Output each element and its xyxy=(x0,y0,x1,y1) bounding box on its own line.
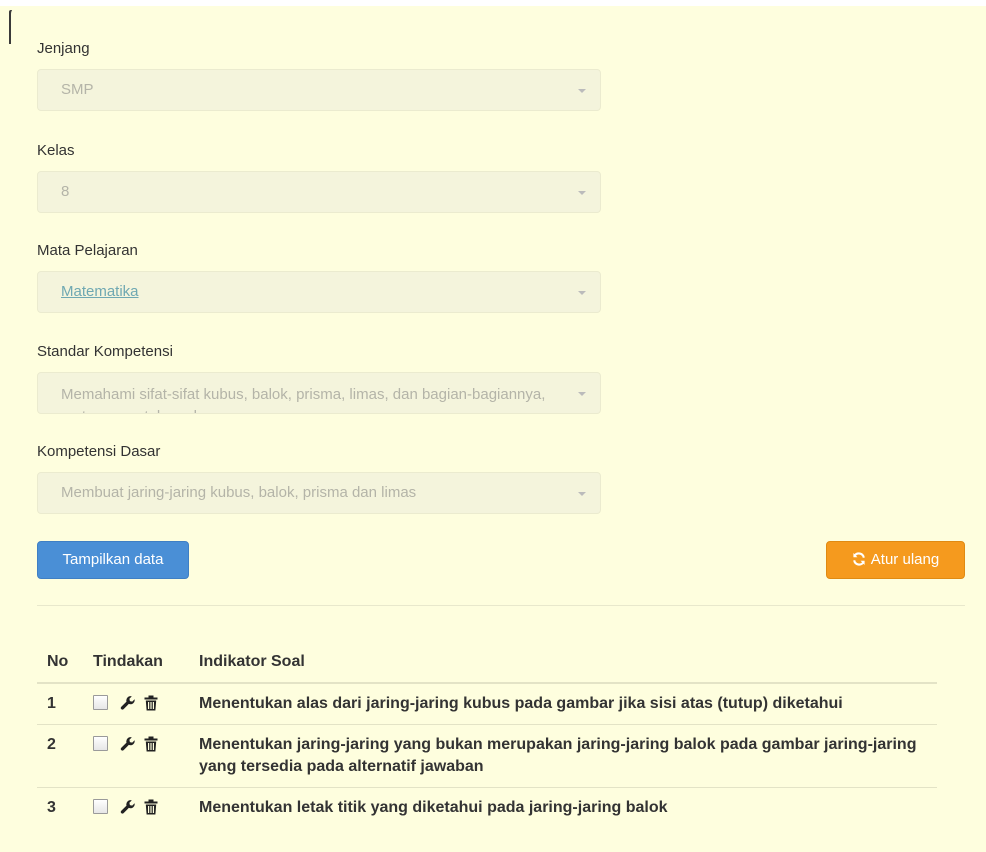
row-indikator: Menentukan jaring-jaring yang bukan meru… xyxy=(189,724,937,788)
mapel-label: Mata Pelajaran xyxy=(37,242,138,259)
jenjang-value: SMP xyxy=(61,81,94,98)
header-tindakan: Tindakan xyxy=(83,642,189,684)
standar-label: Standar Kompetensi xyxy=(37,343,173,360)
trash-icon[interactable] xyxy=(144,695,158,711)
kelas-value: 8 xyxy=(61,183,70,200)
table-row: 2 Menentukan jaring-jaring yang bukan me… xyxy=(37,724,937,788)
header-no: No xyxy=(37,642,83,684)
chevron-down-icon xyxy=(578,291,586,295)
trash-icon[interactable] xyxy=(144,736,158,752)
filter-panel: Jenjang SMP Kelas 8 Mata Pelajaran Matem… xyxy=(11,6,986,852)
mapel-value: Matematika xyxy=(61,283,139,300)
atur-ulang-button[interactable]: Atur ulang xyxy=(826,541,965,579)
table-row: 3 Menentukan letak titik yang diketahui … xyxy=(37,787,937,828)
kompetensi-select[interactable]: Membuat jaring-jaring kubus, balok, pris… xyxy=(37,472,601,514)
standar-value: Memahami sifat-sifat kubus, balok, prism… xyxy=(61,386,546,413)
tampilkan-data-button[interactable]: Tampilkan data xyxy=(37,541,189,579)
row-actions xyxy=(83,787,189,828)
header-indikator: Indikator Soal xyxy=(189,642,937,684)
row-checkbox[interactable] xyxy=(93,695,108,710)
kompetensi-label: Kompetensi Dasar xyxy=(37,443,161,460)
row-checkbox[interactable] xyxy=(93,799,108,814)
kompetensi-value: Membuat jaring-jaring kubus, balok, pris… xyxy=(61,484,417,501)
refresh-icon xyxy=(852,552,865,566)
chevron-down-icon xyxy=(578,492,586,496)
wrench-icon[interactable] xyxy=(120,799,136,815)
table-header-row: No Tindakan Indikator Soal xyxy=(37,642,937,684)
mapel-select[interactable]: Matematika xyxy=(37,271,601,313)
kelas-label: Kelas xyxy=(37,142,75,159)
chevron-down-icon xyxy=(578,392,586,396)
kelas-select[interactable]: 8 xyxy=(37,171,601,213)
trash-icon[interactable] xyxy=(144,799,158,815)
row-number: 1 xyxy=(37,682,83,725)
row-checkbox[interactable] xyxy=(93,736,108,751)
wrench-icon[interactable] xyxy=(120,736,136,752)
table-row: 1 Menentukan alas dari jaring-jaring kub… xyxy=(37,682,937,725)
row-indikator: Menentukan alas dari jaring-jaring kubus… xyxy=(189,682,937,725)
wrench-icon[interactable] xyxy=(120,695,136,711)
row-number: 3 xyxy=(37,787,83,828)
divider xyxy=(37,605,965,606)
row-actions xyxy=(83,724,189,788)
row-indikator: Menentukan letak titik yang diketahui pa… xyxy=(189,787,937,828)
chevron-down-icon xyxy=(578,89,586,93)
jenjang-label: Jenjang xyxy=(37,40,90,57)
row-number: 2 xyxy=(37,724,83,788)
standar-select[interactable]: Memahami sifat-sifat kubus, balok, prism… xyxy=(37,372,601,414)
jenjang-select[interactable]: SMP xyxy=(37,69,601,111)
indikator-table: No Tindakan Indikator Soal 1 Menentukan … xyxy=(37,642,937,828)
chevron-down-icon xyxy=(578,191,586,195)
row-actions xyxy=(83,682,189,725)
atur-ulang-label: Atur ulang xyxy=(870,551,940,568)
